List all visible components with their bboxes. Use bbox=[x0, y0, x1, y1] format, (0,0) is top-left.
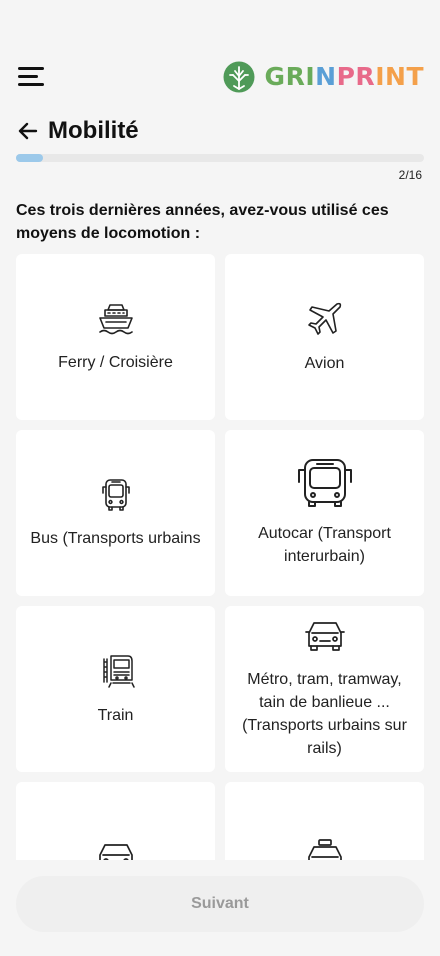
option-card-metro[interactable]: Métro, tram, tramway, tain de banlieue .… bbox=[225, 606, 424, 772]
brand-letter: P bbox=[336, 62, 356, 91]
option-label: Ferry / Croisière bbox=[58, 353, 173, 371]
car-front-icon bbox=[304, 622, 345, 651]
tree-logo-icon bbox=[223, 61, 255, 93]
airplane-icon bbox=[307, 302, 341, 335]
progress-counter: 2/16 bbox=[398, 168, 422, 182]
option-label: Train bbox=[97, 706, 134, 724]
question-text: Ces trois dernières années, avez-vous ut… bbox=[16, 202, 389, 242]
brand-letter: I bbox=[375, 62, 385, 91]
progress-fill bbox=[16, 154, 43, 162]
bus-icon bbox=[101, 478, 130, 511]
brand-name: GRINPRINT bbox=[265, 60, 424, 94]
option-card-car[interactable] bbox=[16, 782, 215, 860]
option-label: Métro, tram, tramway, tain de banlieue .… bbox=[242, 671, 407, 757]
options-scroll-area[interactable]: Ferry / Croisière Avion Bus (Transports … bbox=[16, 254, 424, 860]
brand-letter: R bbox=[355, 62, 376, 91]
brand-logo: GRINPRINT bbox=[223, 60, 424, 94]
option-card-ferry[interactable]: Ferry / Croisière bbox=[16, 254, 215, 420]
progress-bar bbox=[16, 154, 424, 162]
coach-icon bbox=[297, 459, 352, 507]
option-label: Bus (Transports urbains bbox=[30, 529, 201, 547]
brand-letter: N bbox=[315, 62, 337, 91]
brand-letter: I bbox=[305, 62, 316, 91]
option-card-taxi[interactable] bbox=[225, 782, 424, 860]
brand-letter: T bbox=[406, 62, 424, 91]
brand-letter: R bbox=[285, 62, 306, 91]
option-label: Avion bbox=[304, 354, 345, 372]
next-button[interactable]: Suivant bbox=[16, 876, 424, 932]
ship-icon bbox=[98, 303, 133, 334]
option-card-autocar[interactable]: Autocar (Transport interurbain) bbox=[225, 430, 424, 596]
page-title: Mobilité bbox=[48, 117, 139, 144]
taxi-icon bbox=[307, 839, 342, 860]
option-card-bus[interactable]: Bus (Transports urbains bbox=[16, 430, 215, 596]
menu-icon[interactable] bbox=[18, 66, 46, 88]
option-card-train[interactable]: Train bbox=[16, 606, 215, 772]
app-header: GRINPRINT bbox=[0, 58, 440, 98]
option-label: Autocar (Transport interurbain) bbox=[258, 525, 391, 565]
brand-letter: G bbox=[264, 62, 286, 91]
train-icon bbox=[102, 654, 135, 688]
car-icon bbox=[98, 844, 133, 860]
back-arrow-icon[interactable] bbox=[16, 119, 40, 143]
brand-letter: N bbox=[385, 62, 407, 91]
option-card-avion[interactable]: Avion bbox=[225, 254, 424, 420]
